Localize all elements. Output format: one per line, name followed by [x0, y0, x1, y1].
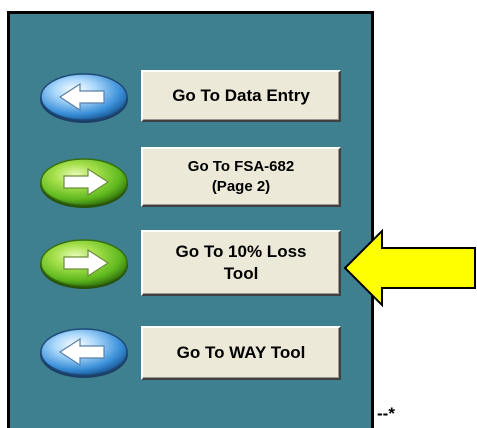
go-to-data-entry-button[interactable]: Go To Data Entry — [141, 70, 341, 122]
yellow-pointer-arrow-icon — [343, 228, 476, 308]
go-to-10-percent-loss-tool-button[interactable]: Go To 10% Loss Tool — [141, 230, 341, 296]
back-arrow-icon[interactable] — [38, 69, 130, 125]
footer-mark: --* — [377, 404, 395, 423]
go-to-fsa-682-button[interactable]: Go To FSA-682 (Page 2) — [141, 147, 341, 207]
forward-arrow-icon[interactable] — [38, 235, 130, 291]
back-arrow-icon[interactable] — [38, 324, 130, 380]
navigation-panel: Go To Data Entry Go To FSA-682 (Page 2) … — [7, 11, 374, 428]
go-to-way-tool-button[interactable]: Go To WAY Tool — [141, 326, 341, 380]
forward-arrow-icon[interactable] — [38, 154, 130, 210]
